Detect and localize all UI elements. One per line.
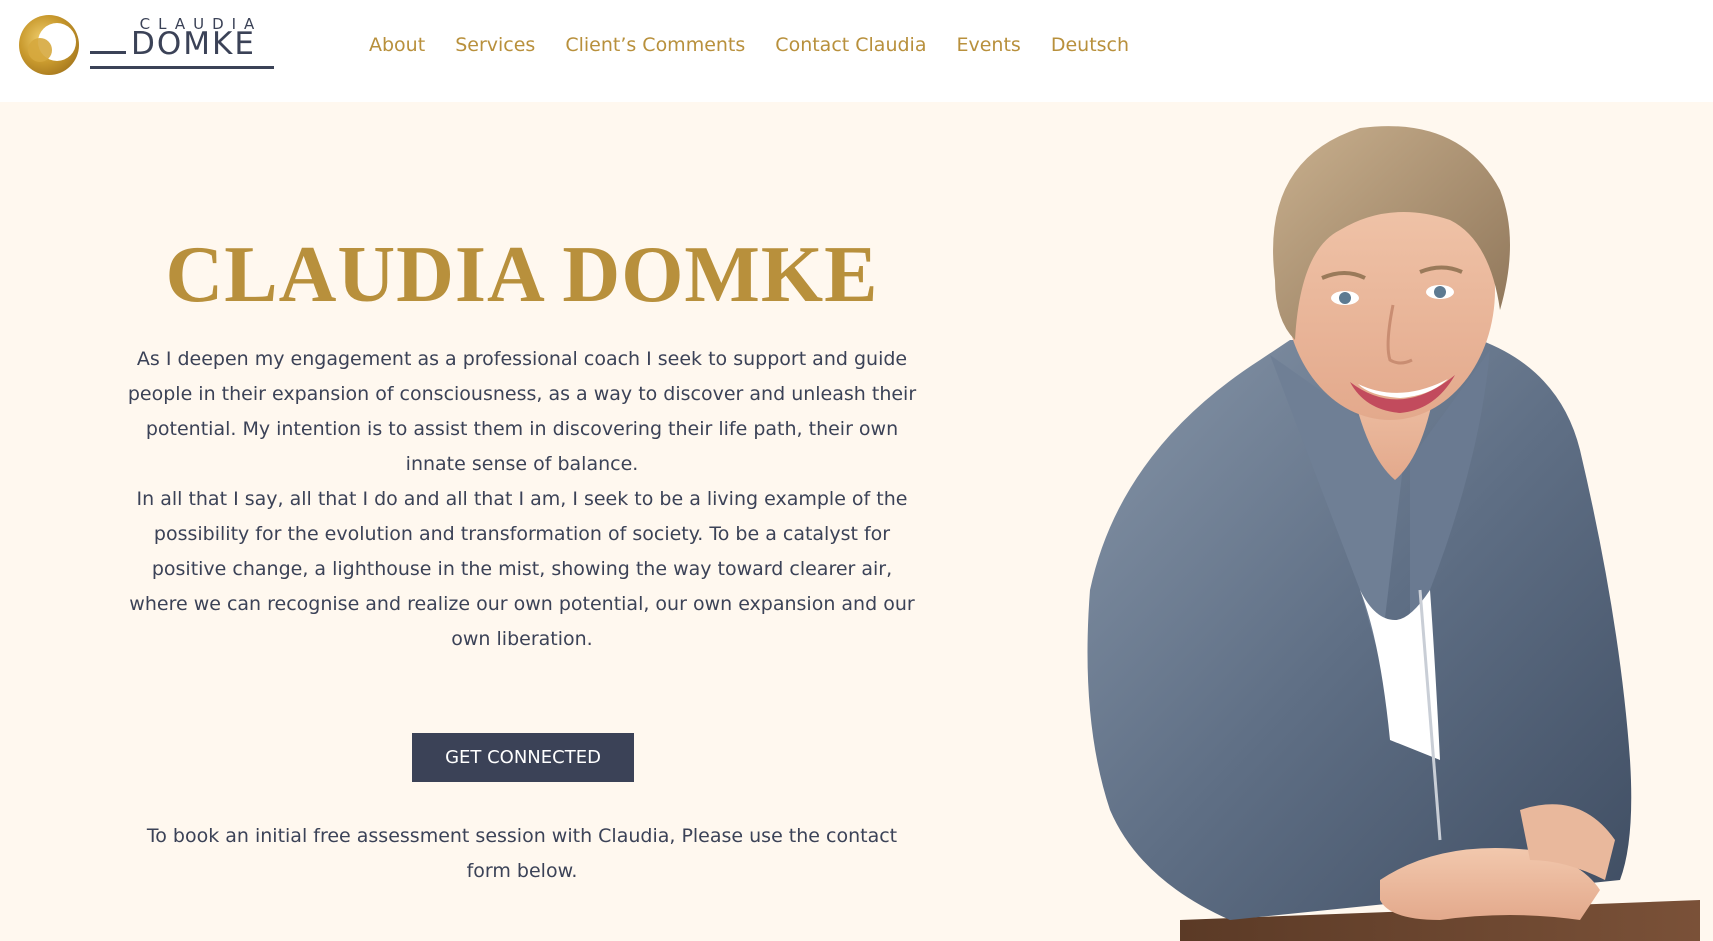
sun-logo-icon — [19, 15, 79, 75]
logo-rule-short — [90, 51, 126, 54]
logo-text-bottom: DOMKE — [131, 26, 256, 62]
logo-rule-long — [90, 66, 274, 69]
booking-note: To book an initial free assessment sessi… — [146, 825, 898, 882]
main-nav: About Services Client’s Comments Contact… — [369, 32, 1159, 58]
site-logo[interactable]: CLAUDIA DOMKE — [16, 12, 278, 78]
portrait-photo-icon — [1087, 126, 1700, 941]
nav-about[interactable]: About — [369, 32, 425, 58]
hero-paragraph-2: In all that I say, all that I do and all… — [129, 488, 915, 650]
hero-paragraph-1: As I deepen my engagement as a professio… — [127, 348, 917, 475]
site-header: CLAUDIA DOMKE About Services Client’s Co… — [0, 0, 1713, 102]
get-connected-button[interactable]: GET CONNECTED — [412, 733, 634, 782]
nav-services[interactable]: Services — [455, 32, 535, 58]
nav-clients-comments[interactable]: Client’s Comments — [565, 32, 745, 58]
nav-contact-claudia[interactable]: Contact Claudia — [775, 32, 926, 58]
hero-section: CLAUDIA DOMKE As I deepen my engagement … — [0, 102, 1713, 941]
hero-body: As I deepen my engagement as a professio… — [122, 342, 922, 657]
hero-title: CLAUDIA DOMKE — [165, 231, 879, 319]
nav-deutsch[interactable]: Deutsch — [1051, 32, 1129, 58]
nav-events[interactable]: Events — [956, 32, 1020, 58]
